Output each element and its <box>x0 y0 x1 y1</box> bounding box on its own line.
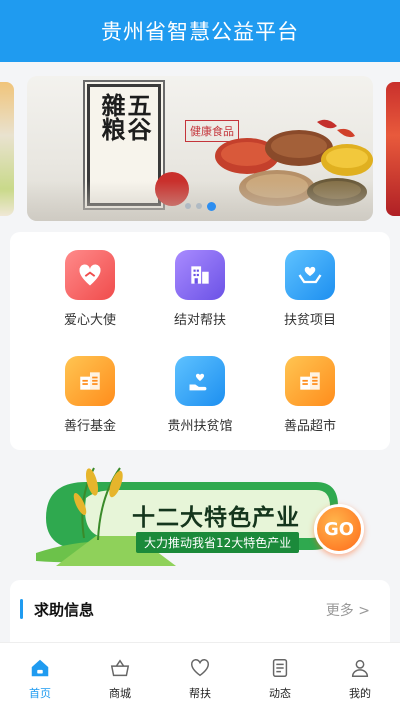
grid-item-love-ambassador[interactable]: 爱心大使 <box>35 250 145 340</box>
tab-label: 动态 <box>269 687 291 700</box>
banner-carousel[interactable]: 五谷 雜粮 健康食品 <box>0 76 400 221</box>
tab-support[interactable]: 帮扶 <box>160 643 240 710</box>
hand-heart-icon <box>175 356 225 406</box>
grid-label: 扶贫项目 <box>283 313 336 328</box>
promo-title: 十二大特色产业 <box>132 505 300 531</box>
user-icon <box>351 659 369 677</box>
bottom-tab-bar: 首页 商城 帮扶 动态 我的 <box>0 642 400 710</box>
tab-label: 商城 <box>109 687 131 700</box>
heart-icon <box>191 659 209 677</box>
building-icon <box>175 250 225 300</box>
building-icon <box>285 356 335 406</box>
industry-promo-banner[interactable]: 十二大特色产业 大力推动我省12大特色产业 GO <box>36 458 366 568</box>
grid-label: 贵州扶贫馆 <box>167 419 233 434</box>
grid-label: 爱心大使 <box>63 313 116 328</box>
go-button[interactable]: GO <box>314 504 364 554</box>
promo-subtitle: 大力推动我省12大特色产业 <box>136 532 300 553</box>
tab-profile[interactable]: 我的 <box>320 643 400 710</box>
tab-home[interactable]: 首页 <box>0 643 80 710</box>
tab-news[interactable]: 动态 <box>240 643 320 710</box>
grid-item-charity-fund[interactable]: 善行基金 <box>35 356 145 446</box>
carousel-dot[interactable] <box>184 203 191 209</box>
grid-label: 善行基金 <box>63 419 116 434</box>
grid-item-goods-market[interactable]: 善品超市 <box>255 356 365 446</box>
feature-grid: 爱心大使 结对帮扶 扶贫项目 善行基金 贵州扶贫馆 善品超市 <box>10 232 390 450</box>
basket-icon <box>110 659 130 677</box>
grid-item-poverty-projects[interactable]: 扶贫项目 <box>255 250 365 340</box>
banner-mountain-backdrop <box>27 181 373 221</box>
section-accent-bar <box>20 599 23 619</box>
carousel-dot-active[interactable] <box>206 202 216 211</box>
tab-label: 我的 <box>349 687 371 700</box>
banner-peek-left[interactable] <box>0 82 14 216</box>
carousel-indicator <box>27 202 373 211</box>
heart-hand-icon <box>65 250 115 300</box>
tab-label: 首页 <box>29 687 51 700</box>
top-bar: 贵州省智慧公益平台 <box>0 0 400 62</box>
document-icon <box>272 659 288 677</box>
grid-label: 结对帮扶 <box>173 313 226 328</box>
banner-peek-right[interactable] <box>386 82 400 216</box>
app-title: 贵州省智慧公益平台 <box>101 20 299 44</box>
help-info-section: 求助信息 更多 > <box>10 580 390 650</box>
grid-item-guizhou-hall[interactable]: 贵州扶贫馆 <box>145 356 255 446</box>
carousel-dot[interactable] <box>195 203 202 209</box>
grid-label: 善品超市 <box>283 419 336 434</box>
tab-label: 帮扶 <box>189 687 211 700</box>
tab-mall[interactable]: 商城 <box>80 643 160 710</box>
grid-item-pairing-support[interactable]: 结对帮扶 <box>145 250 255 340</box>
building-icon <box>65 356 115 406</box>
help-info-title: 求助信息 <box>34 601 95 619</box>
more-link[interactable]: 更多 > <box>326 600 370 620</box>
heart-hands-icon <box>285 250 335 300</box>
banner-scroll-text-right: 五谷 <box>123 93 152 141</box>
banner-scroll-text-left: 雜粮 <box>97 93 126 141</box>
home-icon <box>31 659 49 677</box>
banner-slide[interactable]: 五谷 雜粮 健康食品 <box>27 76 373 221</box>
